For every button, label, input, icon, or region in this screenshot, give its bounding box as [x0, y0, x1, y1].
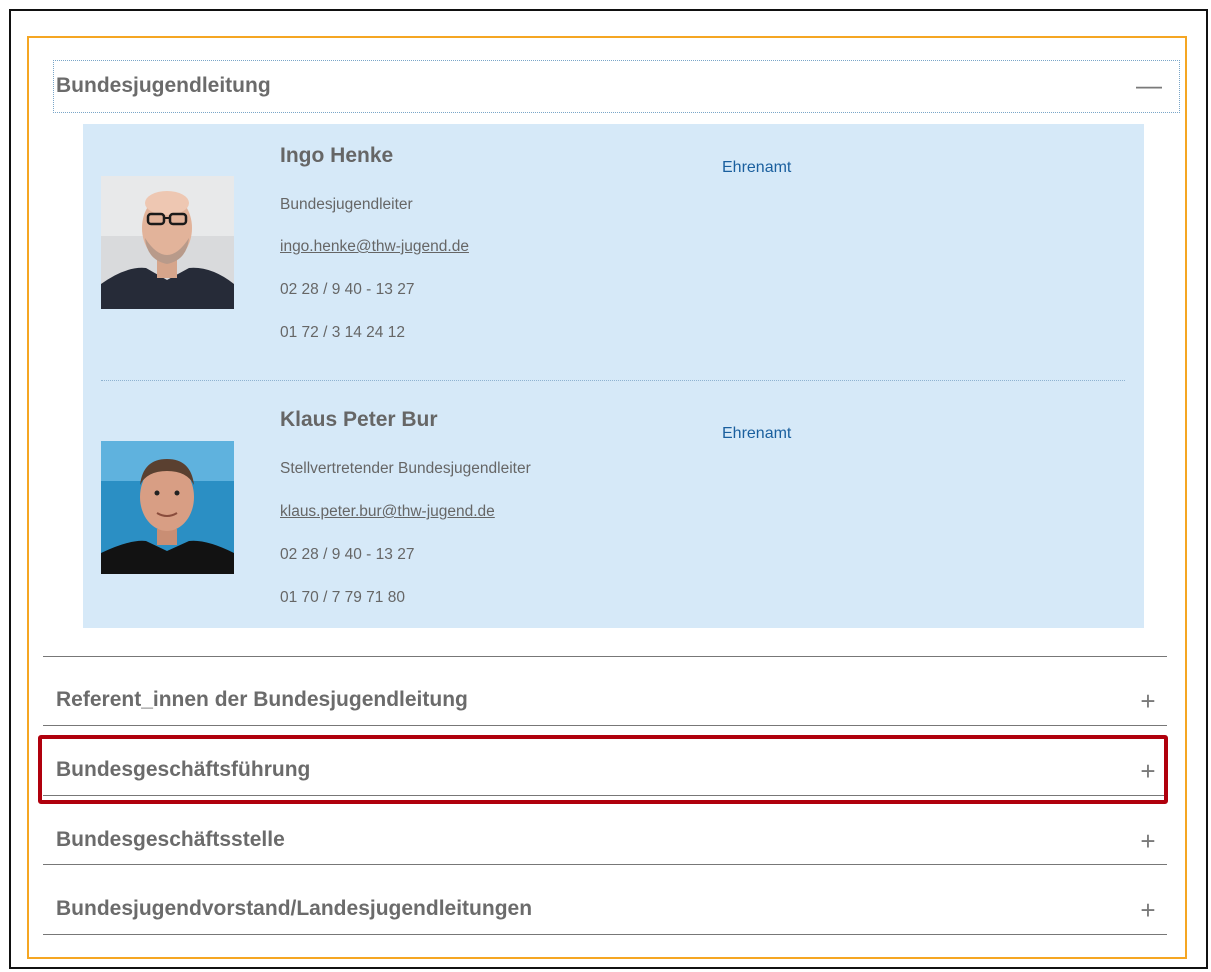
people-panel	[83, 124, 1144, 628]
divider	[43, 656, 1167, 657]
accordion-title-bundesgeschaeftsstelle[interactable]: Bundesgeschäftsstelle	[56, 828, 285, 852]
email-link[interactable]: ingo.henke@thw-jugend.de	[280, 238, 469, 256]
accordion-title-bundesjugendvorstand[interactable]: Bundesjugendvorstand/Landesjugendleitung…	[56, 897, 532, 921]
divider	[43, 725, 1167, 726]
divider	[43, 864, 1167, 865]
person-role: Bundesjugendleiter	[280, 196, 413, 213]
person-name: Klaus Peter Bur	[280, 408, 438, 431]
email-link[interactable]: klaus.peter.bur@thw-jugend.de	[280, 503, 495, 521]
role-type-tag: Ehrenamt	[722, 159, 792, 176]
divider	[101, 380, 1125, 381]
expand-icon[interactable]: +	[1136, 688, 1160, 714]
expand-icon[interactable]: +	[1136, 828, 1160, 854]
mobile-number: 01 70 / 7 79 71 80	[280, 589, 405, 606]
accordion-title-referent-innen[interactable]: Referent_innen der Bundesjugendleitung	[56, 688, 468, 712]
avatar-ingo-henke	[101, 176, 234, 309]
collapse-icon[interactable]: —	[1136, 72, 1162, 98]
accordion-title-bundesjugendleitung: Bundesjugendleitung	[56, 74, 271, 97]
phone-number: 02 28 / 9 40 - 13 27	[280, 281, 415, 298]
highlight-box	[38, 735, 1168, 804]
person-role: Stellvertretender Bundesjugendleiter	[280, 460, 531, 477]
mobile-number: 01 72 / 3 14 24 12	[280, 324, 405, 341]
role-type-tag: Ehrenamt	[722, 425, 792, 442]
divider	[43, 934, 1167, 935]
expand-icon[interactable]: +	[1136, 897, 1160, 923]
person-name: Ingo Henke	[280, 144, 394, 167]
phone-number: 02 28 / 9 40 - 13 27	[280, 546, 415, 563]
avatar-klaus-peter-bur	[101, 441, 234, 574]
